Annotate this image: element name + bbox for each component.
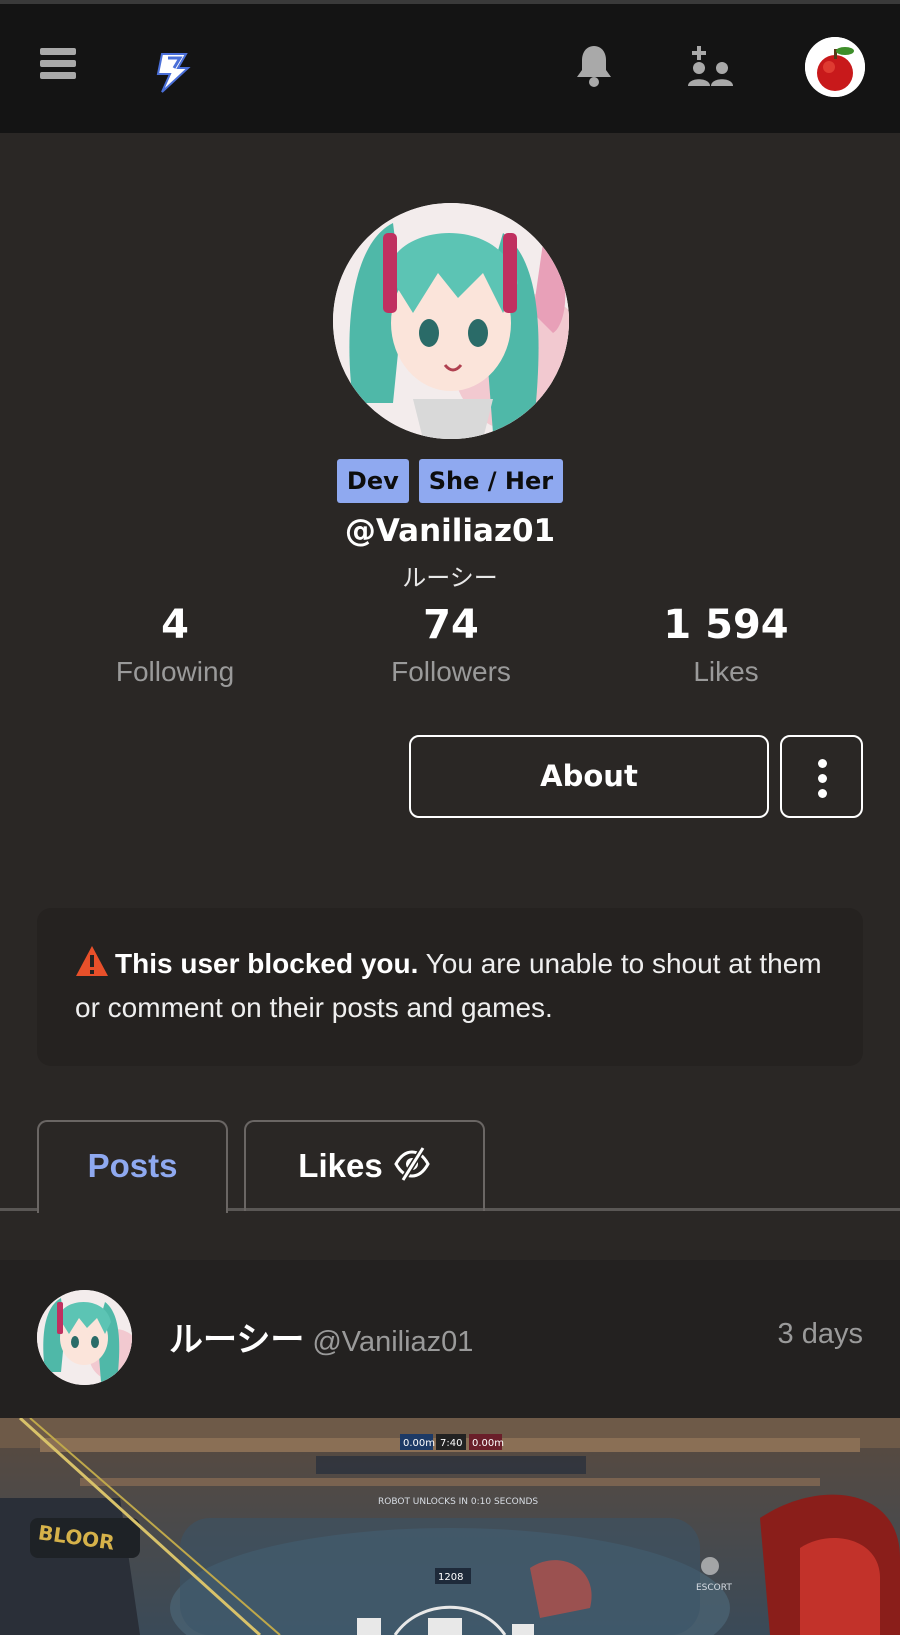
more-options-button[interactable]	[780, 735, 863, 818]
blocked-notice-title: This user blocked you.	[115, 948, 419, 979]
lightning-logo-icon[interactable]	[148, 48, 196, 96]
following-label: Following	[115, 656, 235, 687]
profile-avatar	[333, 203, 569, 439]
warning-icon	[75, 945, 109, 977]
more-dot-icon	[818, 774, 827, 783]
hud-timer: 7:40	[440, 1438, 462, 1449]
hud-counter: 1208	[438, 1572, 463, 1583]
about-button[interactable]: About	[409, 735, 769, 818]
hud-score-left: 0.00m	[403, 1438, 435, 1449]
badge-row: Dev She / Her	[0, 459, 900, 503]
user-avatar-apple[interactable]	[805, 37, 865, 97]
top-bar	[0, 0, 900, 133]
role-badge: Dev	[336, 459, 409, 503]
following-count: 4	[161, 602, 189, 648]
tab-likes-label: Likes	[298, 1147, 383, 1184]
profile-display-name: ルーシー	[402, 564, 498, 592]
bell-icon[interactable]	[574, 44, 614, 88]
likes-stat: 1 594 Likes	[606, 600, 846, 688]
menu-icon[interactable]	[40, 48, 76, 84]
hud-score-right: 0.00m	[472, 1438, 504, 1449]
add-user-icon[interactable]	[686, 44, 734, 88]
likes-count: 1 594	[663, 602, 789, 648]
post-author[interactable]: ルーシー @Vaniliaz01	[169, 1312, 473, 1361]
more-dot-icon	[818, 789, 827, 798]
post-card[interactable]: ルーシー @Vaniliaz01 3 days	[0, 1260, 900, 1418]
post-author-name: ルーシー	[169, 1320, 305, 1360]
hud-escort: ESCORT	[696, 1583, 732, 1593]
post-author-avatar[interactable]	[37, 1290, 132, 1385]
likes-label: Likes	[693, 656, 759, 687]
tab-posts-label: Posts	[87, 1147, 178, 1184]
eye-off-icon	[393, 1146, 430, 1182]
followers-count: 74	[423, 602, 479, 648]
tab-likes[interactable]: Likes	[244, 1120, 485, 1211]
blocked-notice: This user blocked you. You are unable to…	[37, 908, 863, 1066]
pronoun-badge: She / Her	[418, 459, 564, 503]
followers-label: Followers	[391, 656, 511, 687]
hud-banner: ROBOT UNLOCKS IN 0:10 SECONDS	[378, 1497, 538, 1507]
followers-stat[interactable]: 74 Followers	[331, 600, 571, 688]
more-dot-icon	[818, 759, 827, 768]
profile-handle: @Vaniliaz01	[344, 513, 556, 549]
tab-posts[interactable]: Posts	[37, 1120, 228, 1213]
following-stat[interactable]: 4 Following	[55, 600, 295, 688]
post-timestamp: 3 days	[777, 1318, 863, 1350]
post-image[interactable]: BLOOR 0.00m 7:40 0.00m ROBOT UNLOCKS IN …	[0, 1418, 900, 1635]
post-author-handle: @Vaniliaz01	[312, 1326, 474, 1358]
